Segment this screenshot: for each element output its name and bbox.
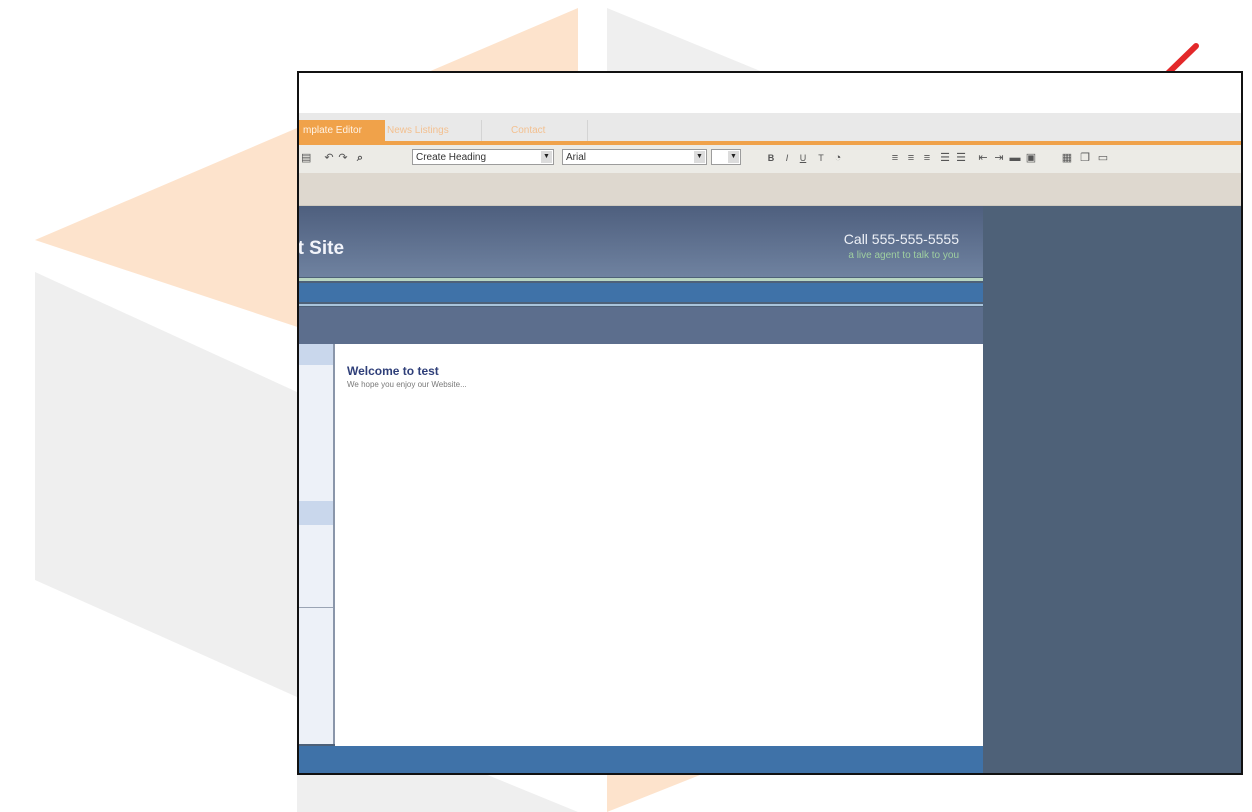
text-color-icon[interactable]: T <box>814 151 828 165</box>
screenshot-frame: mplate Editor News Listings Contact ▤ ↶ … <box>297 71 1243 775</box>
tagline: a live agent to talk to you <box>848 250 959 261</box>
site-footer <box>299 746 983 773</box>
paste-icon[interactable]: ▤ <box>301 151 311 165</box>
content-body: We hope you enjoy our Website... <box>347 380 467 389</box>
site-title: st Site <box>297 238 345 259</box>
align-left-icon[interactable]: ≡ <box>889 151 901 165</box>
popout-icon[interactable]: ❐ <box>1079 151 1091 165</box>
nav-bar <box>299 283 983 302</box>
sidebar-item[interactable] <box>299 501 333 525</box>
size-select[interactable]: ▼ <box>711 149 741 165</box>
align-center-icon[interactable]: ≡ <box>905 151 917 165</box>
underline-icon[interactable]: U <box>797 151 809 165</box>
undo-icon[interactable]: ↶ <box>323 151 335 165</box>
ordered-list-icon[interactable]: ☰ <box>939 151 951 165</box>
insert-box-icon[interactable]: ▣ <box>1025 151 1037 165</box>
unordered-list-icon[interactable]: ☰ <box>955 151 967 165</box>
italic-icon[interactable]: I <box>781 151 793 165</box>
bg-shape-orange-bottom <box>607 775 700 812</box>
font-select[interactable]: Arial ▼ <box>562 149 707 165</box>
horizontal-rule-icon[interactable]: ▬ <box>1009 151 1021 165</box>
window-icon[interactable]: ▭ <box>1097 151 1109 165</box>
content-heading: Welcome to test <box>347 364 439 378</box>
content-area[interactable]: Welcome to test We hope you enjoy our We… <box>335 344 983 746</box>
header-divider <box>299 278 983 281</box>
chevron-down-icon: ▼ <box>728 151 739 163</box>
outdent-icon[interactable]: ⇤ <box>977 151 989 165</box>
redo-icon[interactable]: ↷ <box>337 151 349 165</box>
site-preview: st Site Call 555-555-5555 a live agent t… <box>299 206 1241 773</box>
site-sidebar <box>299 344 335 744</box>
indent-icon[interactable]: ⇥ <box>993 151 1005 165</box>
heading-select[interactable]: Create Heading ▼ <box>412 149 554 165</box>
tab-news-listings[interactable]: News Listings <box>381 120 482 141</box>
toolbar-strip <box>299 173 1241 206</box>
font-select-value: Arial <box>566 152 587 163</box>
bg-shape-gray-left <box>35 272 297 697</box>
bold-icon[interactable]: B <box>765 151 777 165</box>
heading-select-value: Create Heading <box>416 152 487 163</box>
tab-template-editor[interactable]: mplate Editor <box>299 120 385 141</box>
site-header: st Site Call 555-555-5555 a live agent t… <box>299 206 983 277</box>
bg-shape-gray-top <box>607 8 770 75</box>
find-icon[interactable]: ⌕ <box>353 151 367 165</box>
chevron-down-icon: ▼ <box>694 151 705 163</box>
sidebar-item[interactable] <box>299 344 333 365</box>
sidebar-divider <box>299 607 333 608</box>
editor-toolbar: ▤ ↶ ↷ ⌕ Create Heading ▼ Arial ▼ ▼ B I U… <box>299 145 1241 173</box>
chevron-down-icon: ▼ <box>541 151 552 163</box>
highlight-icon[interactable]: ◔ <box>831 151 845 165</box>
align-right-icon[interactable]: ≡ <box>921 151 933 165</box>
table-icon[interactable]: ▦ <box>1061 151 1073 165</box>
tab-contact[interactable]: Contact <box>505 120 588 141</box>
nav-divider <box>299 304 983 306</box>
phone-number: Call 555-555-5555 <box>843 231 959 247</box>
sub-header <box>299 307 983 344</box>
tab-bar: mplate Editor News Listings Contact <box>299 113 1241 145</box>
